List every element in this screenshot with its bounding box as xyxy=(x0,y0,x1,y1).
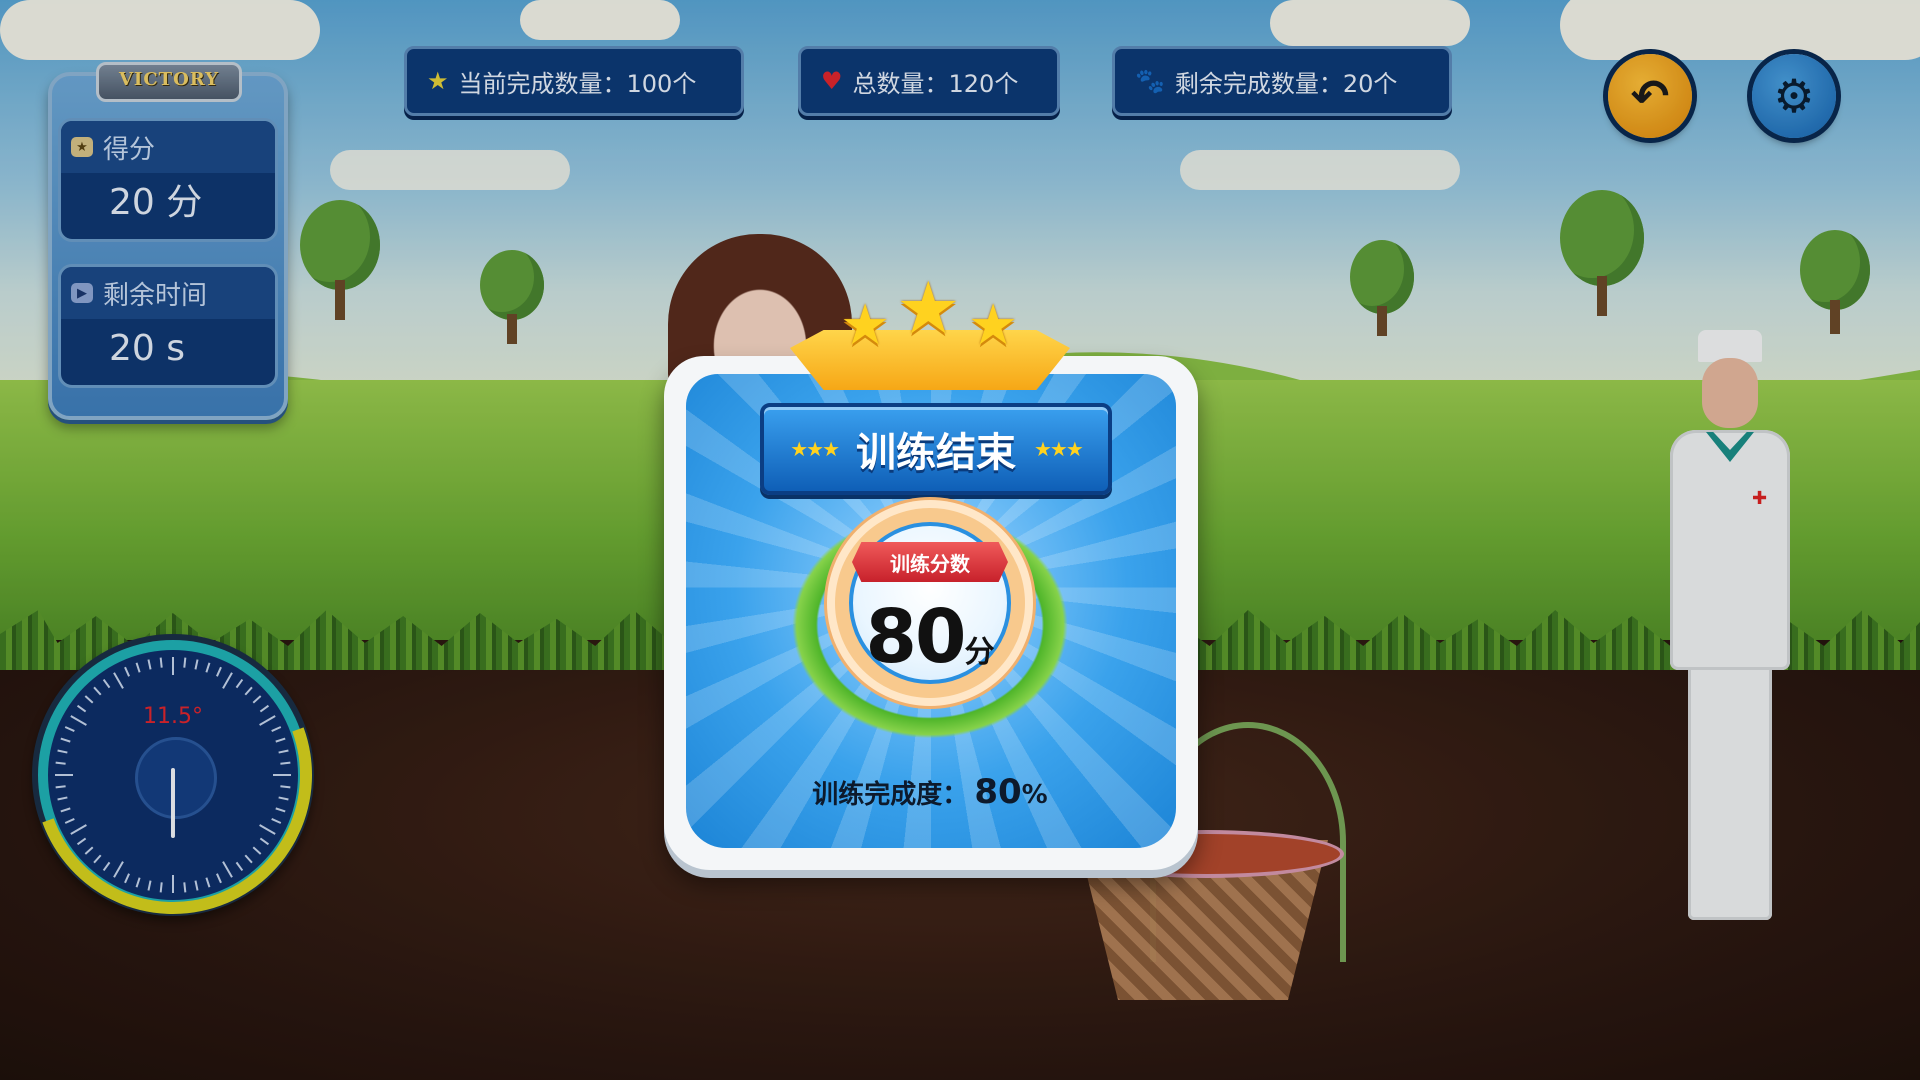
modal-title: 训练结束 xyxy=(856,430,1016,476)
final-score-unit: 分 xyxy=(964,635,995,670)
final-score-number: 80 xyxy=(865,594,967,680)
completion-unit: % xyxy=(1021,780,1048,810)
completion-value: 80 xyxy=(974,772,1022,812)
banner-stars-right: ★★★ xyxy=(1034,437,1084,461)
final-score: 80分 xyxy=(852,594,1008,680)
completion-rate: 训练完成度： 80% xyxy=(780,772,1080,812)
banner-stars-left: ★★★ xyxy=(790,437,840,461)
rating-star-icon: ★ xyxy=(968,293,1019,358)
rating-star-icon: ★ xyxy=(896,266,961,350)
score-label-ribbon: 训练分数 xyxy=(852,542,1008,582)
completion-label: 训练完成度： xyxy=(812,780,969,810)
title-banner: ★★★ 训练结束 ★★★ xyxy=(760,403,1112,495)
rating-star-icon: ★ xyxy=(840,293,891,358)
